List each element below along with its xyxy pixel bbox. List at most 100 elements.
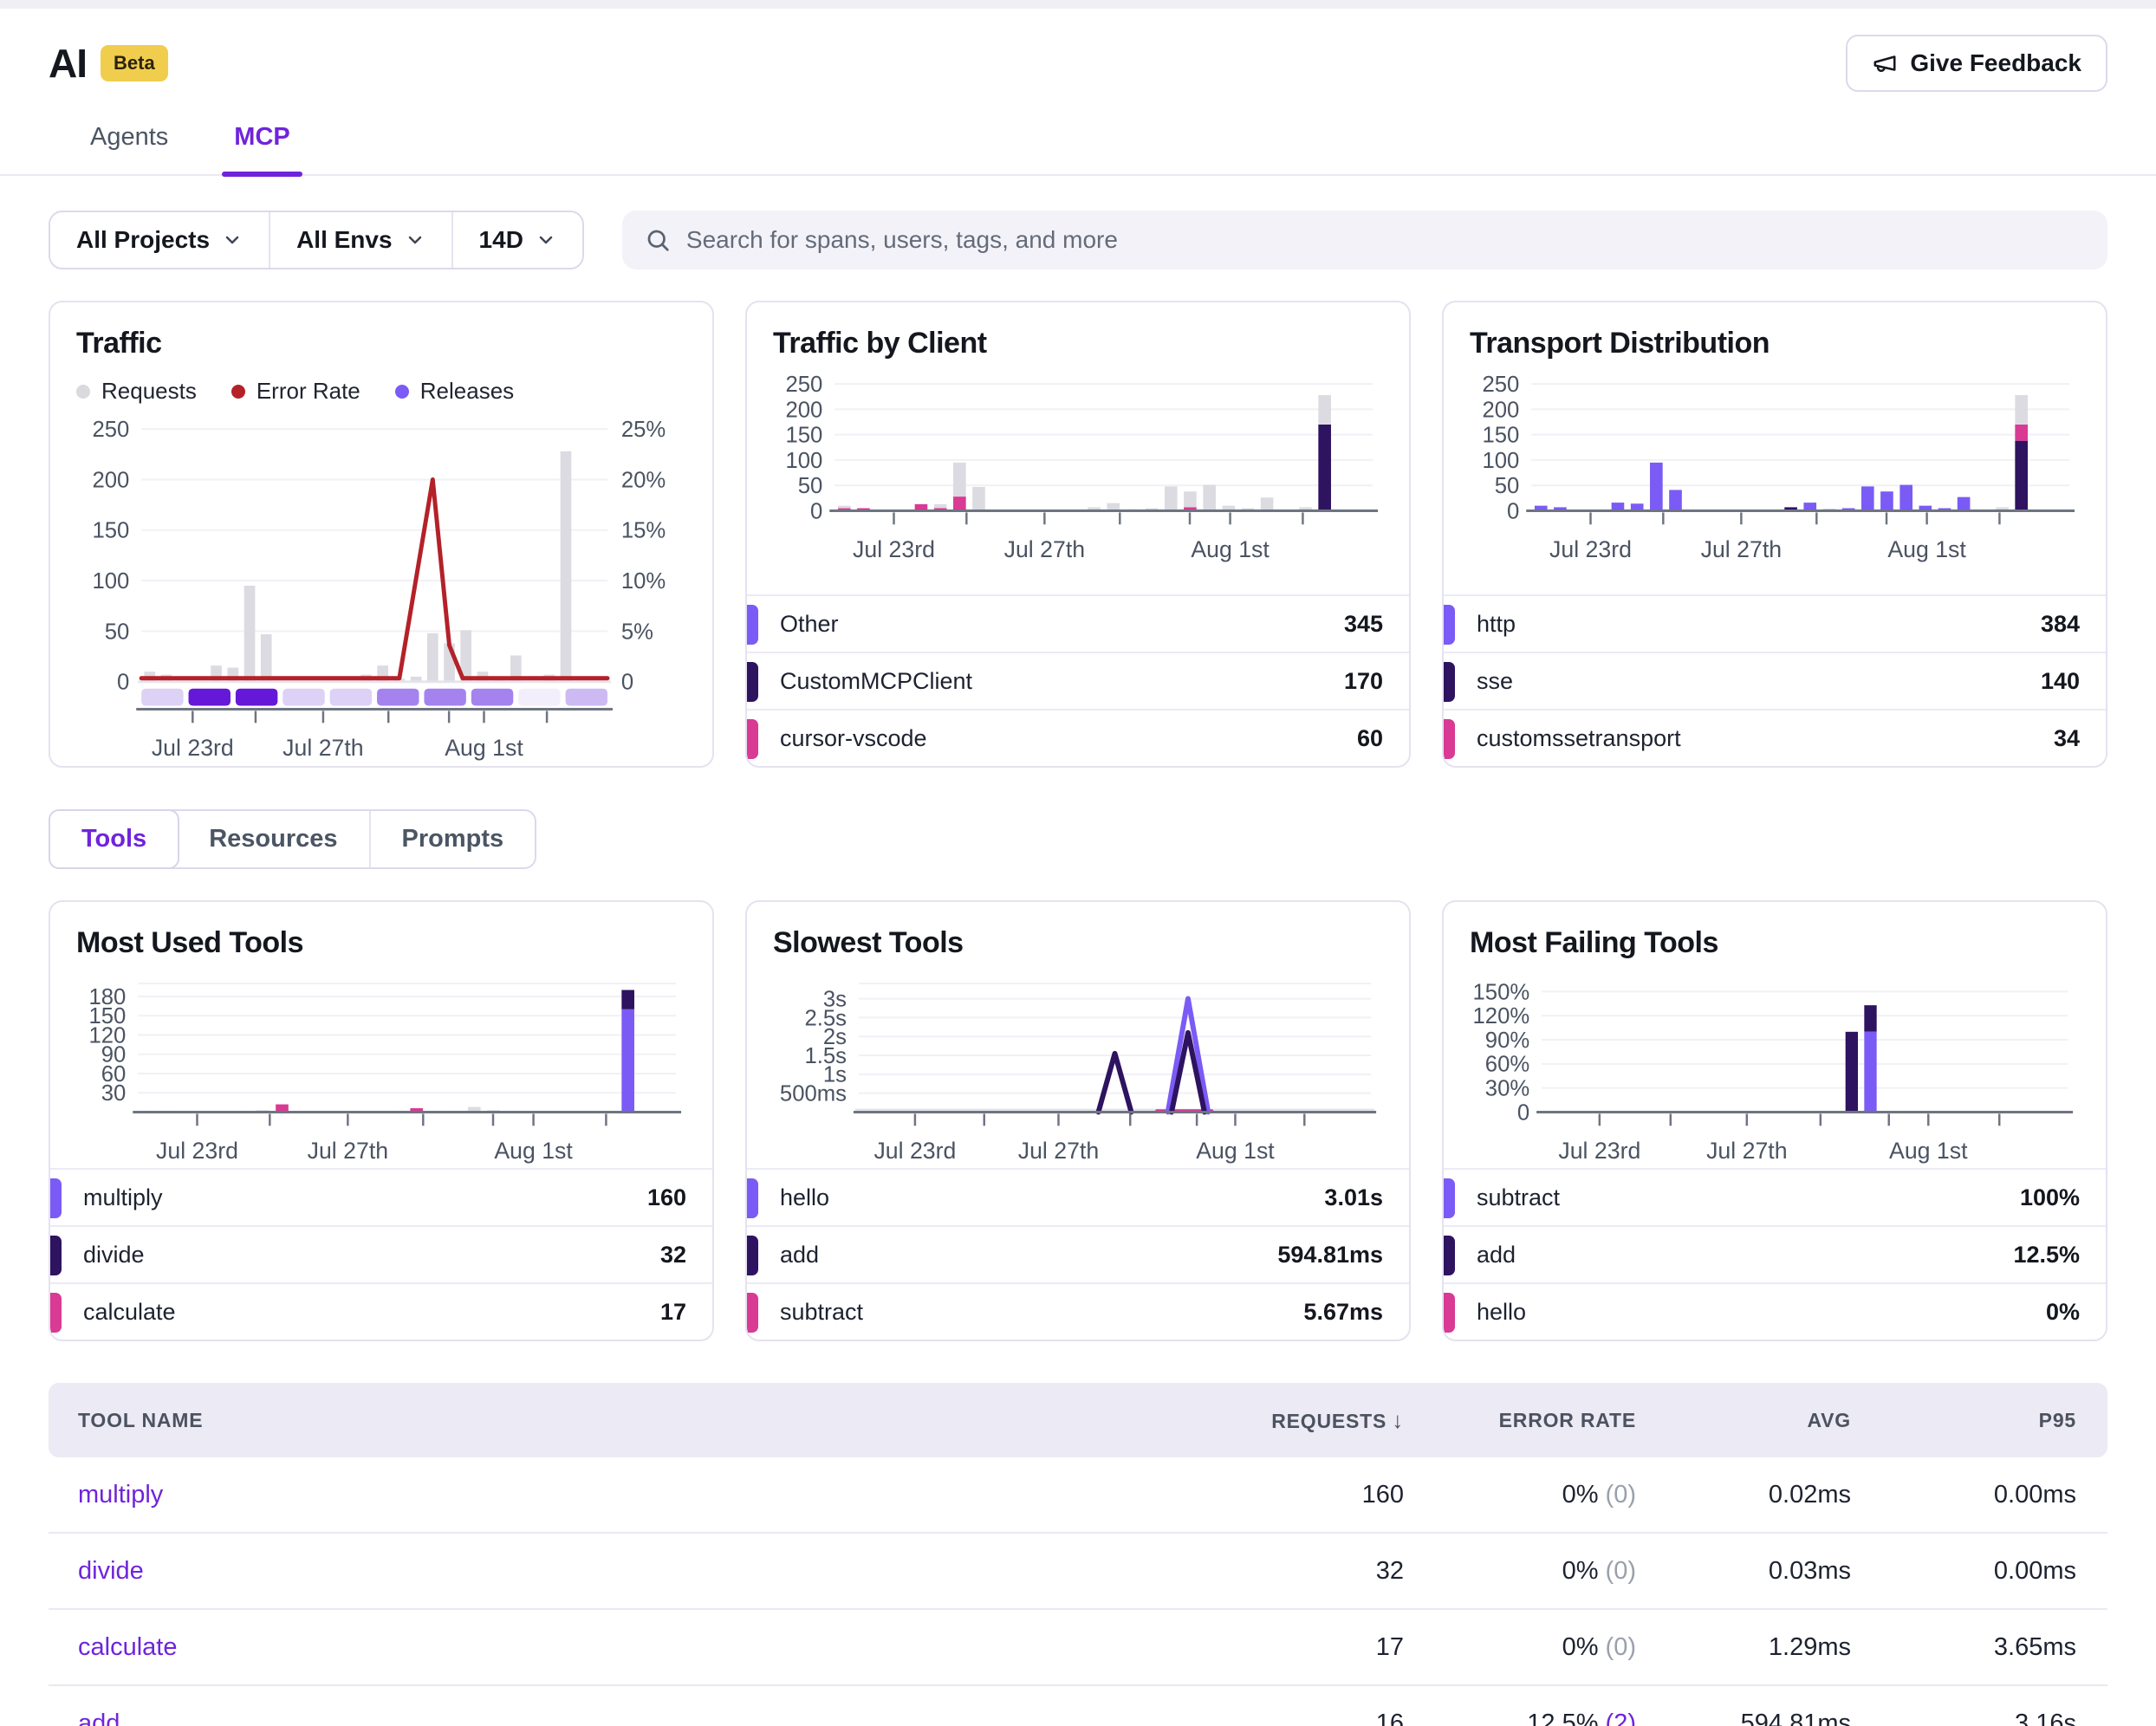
svg-text:Jul 27th: Jul 27th [1018, 1138, 1099, 1164]
legend-row-hello[interactable]: hello0% [1444, 1282, 2106, 1340]
search-icon [645, 227, 671, 253]
requests-cell: 160 [1144, 1481, 1404, 1509]
series-value: 5.67ms [1303, 1299, 1383, 1326]
table-row-calculate[interactable]: calculate170% (0)1.29ms3.65ms [49, 1610, 2107, 1686]
tab-agents[interactable]: Agents [78, 123, 180, 174]
svg-text:Jul 27th: Jul 27th [1701, 536, 1782, 562]
app-header: AI Beta Give Feedback Agents MCP [0, 35, 2156, 176]
series-color-pill [50, 1236, 62, 1275]
legend-dot-icon [395, 385, 409, 399]
main-content: All Projects All Envs 14D Traffic Reques… [0, 211, 2156, 1726]
svg-text:250: 250 [92, 419, 129, 442]
tool-link-multiply[interactable]: multiply [49, 1481, 1144, 1509]
table-row-multiply[interactable]: multiply1600% (0)0.02ms0.00ms [49, 1457, 2107, 1534]
legend-row-CustomMCPClient[interactable]: CustomMCPClient170 [747, 652, 1409, 709]
column-header-error-rate[interactable]: ERROR RATE [1404, 1409, 1636, 1432]
legend-row-add[interactable]: add12.5% [1444, 1225, 2106, 1282]
svg-text:Aug 1st: Aug 1st [1889, 1138, 1968, 1164]
series-label: CustomMCPClient [780, 668, 972, 695]
most-used-tools-chart: 306090120150180Jul 23rdJul 27thAug 1st [76, 974, 686, 1168]
svg-text:Jul 27th: Jul 27th [1706, 1138, 1787, 1164]
card-title-slowest-tools: Slowest Tools [773, 926, 1383, 960]
series-label: add [1477, 1242, 1516, 1269]
svg-text:150: 150 [1482, 424, 1519, 448]
transport-distribution-chart: 050100150200250Jul 23rdJul 27thAug 1st [1470, 374, 2080, 567]
legend-row-http[interactable]: http 384 [1444, 594, 2106, 652]
card-most-failing-tools: Most Failing Tools 030%60%90%120%150%Jul… [1442, 900, 2107, 1341]
series-label: http [1477, 611, 1516, 638]
series-color-pill [1444, 1236, 1455, 1275]
date-range-filter-button[interactable]: 14D [453, 212, 582, 268]
svg-text:200: 200 [92, 468, 129, 492]
svg-text:100: 100 [785, 449, 822, 473]
legend-row-hello[interactable]: hello3.01s [747, 1168, 1409, 1225]
legend-row-sse[interactable]: sse140 [1444, 652, 2106, 709]
requests-cell: 32 [1144, 1557, 1404, 1586]
app-logo: AI [49, 40, 87, 87]
most-failing-tools-chart: 030%60%90%120%150%Jul 23rdJul 27thAug 1s… [1470, 974, 2080, 1168]
svg-text:Jul 23rd: Jul 23rd [152, 735, 234, 761]
svg-text:50: 50 [798, 474, 823, 498]
chevron-down-icon [536, 230, 556, 250]
legend-row-add[interactable]: add594.81ms [747, 1225, 1409, 1282]
legend-row-cursor-vscode[interactable]: cursor-vscode60 [747, 709, 1409, 766]
svg-text:0: 0 [621, 671, 633, 695]
column-header-requests[interactable]: REQUESTS↓ [1144, 1407, 1404, 1434]
legend-row-divide[interactable]: divide32 [50, 1225, 712, 1282]
filter-button-group: All Projects All Envs 14D [49, 211, 584, 269]
svg-text:Aug 1st: Aug 1st [1191, 536, 1270, 562]
legend-dot-icon [76, 385, 90, 399]
svg-text:250: 250 [1482, 374, 1519, 397]
sort-desc-icon: ↓ [1392, 1407, 1404, 1433]
toggle-tools[interactable]: Tools [49, 809, 179, 869]
svg-text:Jul 27th: Jul 27th [282, 735, 363, 761]
legend-chip-error-rate[interactable]: Error Rate [231, 378, 360, 405]
series-label: hello [780, 1184, 829, 1211]
series-label: customssetransport [1477, 725, 1681, 752]
legend-row-multiply[interactable]: multiply160 [50, 1168, 712, 1225]
tool-link-calculate[interactable]: calculate [49, 1633, 1144, 1662]
search-input[interactable] [686, 226, 2085, 254]
series-color-pill [1444, 719, 1455, 759]
give-feedback-label: Give Feedback [1910, 49, 2081, 77]
avg-cell: 0.02ms [1636, 1481, 1851, 1509]
p95-cell: 0.00ms [1851, 1557, 2107, 1586]
legend-row-calculate[interactable]: calculate17 [50, 1282, 712, 1340]
series-value: 384 [2041, 611, 2080, 638]
svg-text:60%: 60% [1485, 1053, 1529, 1077]
legend-chip-releases[interactable]: Releases [395, 378, 514, 405]
toggle-prompts[interactable]: Prompts [371, 811, 536, 867]
series-color-pill [747, 1178, 758, 1218]
svg-text:0: 0 [117, 671, 129, 695]
legend-row-customssetransport[interactable]: customssetransport34 [1444, 709, 2106, 766]
tab-mcp[interactable]: MCP [222, 123, 302, 174]
legend-chip-requests[interactable]: Requests [76, 378, 197, 405]
svg-text:Jul 27th: Jul 27th [1004, 536, 1085, 562]
column-header-p95[interactable]: P95 [1851, 1409, 2107, 1432]
series-value: 60 [1357, 725, 1383, 752]
svg-text:Aug 1st: Aug 1st [445, 735, 523, 761]
projects-filter-button[interactable]: All Projects [50, 212, 270, 268]
charts-row-traffic: Traffic RequestsError RateReleases 05010… [49, 301, 2107, 768]
column-header-tool-name[interactable]: TOOL NAME [49, 1409, 1144, 1432]
tool-link-add[interactable]: add [49, 1710, 1144, 1726]
requests-cell: 17 [1144, 1633, 1404, 1662]
p95-cell: 3.16s [1851, 1710, 2107, 1726]
legend-row-subtract[interactable]: subtract5.67ms [747, 1282, 1409, 1340]
series-label: subtract [1477, 1184, 1560, 1211]
legend-row-subtract[interactable]: subtract100% [1444, 1168, 2106, 1225]
series-color-pill [747, 605, 758, 645]
series-value: 594.81ms [1277, 1242, 1383, 1269]
table-row-add[interactable]: add1612.5% (2)594.81ms3.16s [49, 1686, 2107, 1726]
toggle-resources[interactable]: Resources [178, 811, 370, 867]
transport-distribution-legend: http 384 sse140customssetransport34 [1444, 594, 2106, 766]
table-row-divide[interactable]: divide320% (0)0.03ms0.00ms [49, 1534, 2107, 1610]
tool-link-divide[interactable]: divide [49, 1557, 1144, 1586]
top-strip [0, 0, 2156, 9]
column-header-avg[interactable]: AVG [1636, 1409, 1851, 1432]
legend-chip-label: Error Rate [257, 378, 360, 405]
envs-filter-button[interactable]: All Envs [270, 212, 452, 268]
give-feedback-button[interactable]: Give Feedback [1846, 35, 2107, 92]
legend-row-Other[interactable]: Other345 [747, 594, 1409, 652]
traffic-by-client-legend: Other345CustomMCPClient170cursor-vscode6… [747, 594, 1409, 766]
